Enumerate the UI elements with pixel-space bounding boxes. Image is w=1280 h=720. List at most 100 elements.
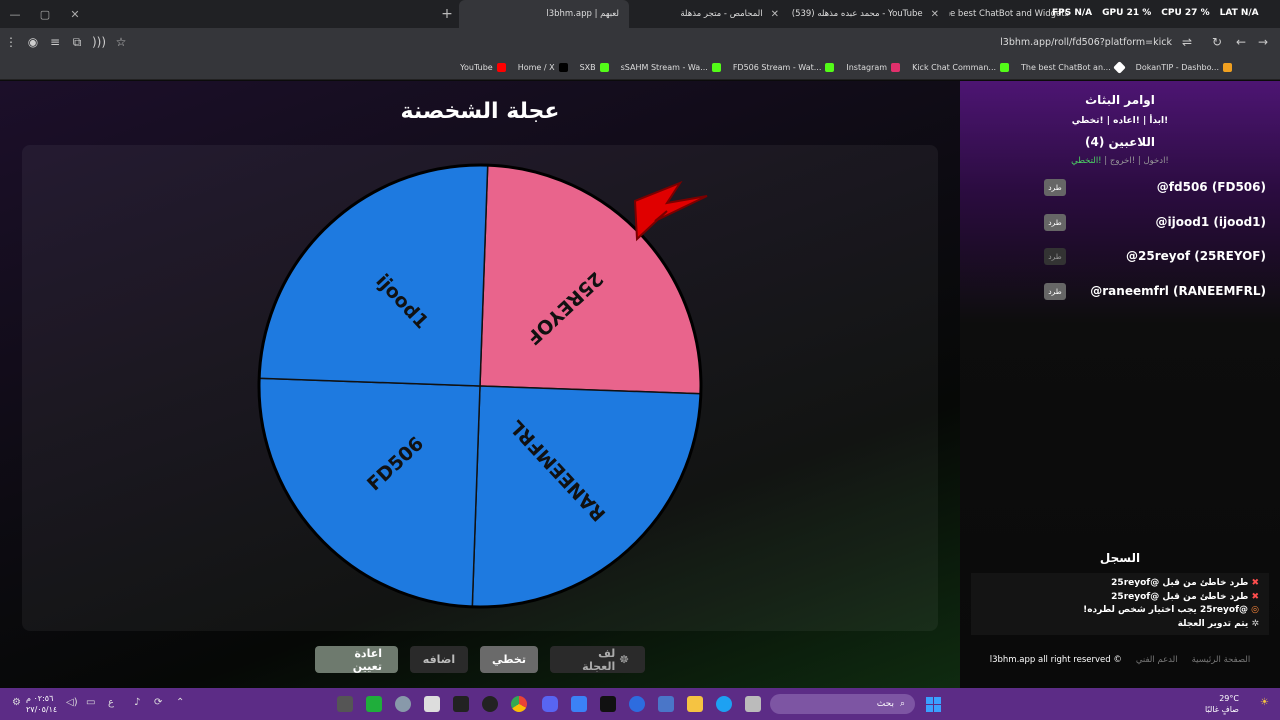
sync-icon[interactable]: ⟳ bbox=[154, 697, 162, 708]
log-entry: ◎ @25reyof يجب اختيار شخص لطرده! bbox=[981, 604, 1259, 618]
menu-dots-icon[interactable]: ⋮ bbox=[0, 35, 22, 49]
log-text: طرد خاطئ من قبل @25reyof bbox=[1111, 591, 1249, 602]
wheel-segments bbox=[259, 165, 701, 607]
log-title: السجل bbox=[1099, 551, 1141, 565]
back-icon[interactable]: → bbox=[1252, 35, 1274, 49]
chrome-icon[interactable] bbox=[511, 696, 527, 712]
spin-button[interactable]: ☸ لف العجلة bbox=[550, 646, 645, 673]
skip-button[interactable]: تخطي bbox=[480, 646, 538, 673]
log-entry: ✖ طرد خاطئ من قبل @25reyof bbox=[981, 577, 1259, 591]
player-row: @25reyof (25REYOF) طرد bbox=[960, 248, 1280, 268]
cast-icon[interactable]: ))) bbox=[88, 35, 110, 49]
log-entry: ✲ يتم تدوير العجلة bbox=[981, 618, 1259, 632]
performance-overlay: FPS N/A GPU 21 % CPU 27 % LAT N/A bbox=[1052, 8, 1259, 18]
settings-tray-icon[interactable]: ⚙ bbox=[12, 697, 21, 708]
bookmark-fd506[interactable]: FD506 Stream - Wat... bbox=[733, 63, 835, 72]
tab-store[interactable]: المحامص - متجر مذهلة ✕ bbox=[629, 0, 789, 28]
app-icon[interactable] bbox=[366, 696, 382, 712]
log-text: يتم تدوير العجلة bbox=[1177, 618, 1249, 629]
reader-icon[interactable]: ≡ bbox=[44, 35, 66, 49]
network-icon[interactable]: ▭ bbox=[86, 697, 95, 708]
edge-icon[interactable] bbox=[716, 696, 732, 712]
footer-home-link[interactable]: الصفحة الرئيسية bbox=[1192, 655, 1251, 665]
commands-title: اوامر البثاث bbox=[1085, 93, 1155, 107]
close-window-icon[interactable]: ✕ bbox=[60, 8, 90, 21]
log-text: طرد خاطئ من قبل @25reyof bbox=[1111, 578, 1249, 588]
new-tab-button[interactable]: + bbox=[435, 6, 459, 22]
app-icon[interactable] bbox=[600, 696, 616, 712]
close-tab-icon[interactable]: ✕ bbox=[771, 9, 779, 20]
install-icon[interactable]: ⧉ bbox=[66, 35, 88, 50]
cross-icon: ✖ bbox=[1251, 578, 1259, 588]
tab-youtube[interactable]: (539) محمد عبده مذهله - YouTube ✕ bbox=[789, 0, 949, 28]
url-field[interactable]: l3bhm.app/roll/fd506?platform=kick bbox=[1000, 37, 1172, 48]
bookmark-instagram[interactable]: Instagram bbox=[846, 63, 901, 72]
player-commands: !ادخول | !اخروج | !التخطي bbox=[960, 156, 1280, 166]
app-icon[interactable] bbox=[658, 696, 674, 712]
app-icon[interactable] bbox=[337, 696, 353, 712]
footer-support-link[interactable]: الدعم الفني bbox=[1136, 655, 1178, 665]
player-name: @25reyof (25REYOF) bbox=[1126, 249, 1266, 263]
taskbar-search[interactable]: بحث ⌕ bbox=[770, 694, 915, 714]
kick-button[interactable]: طرد bbox=[1044, 248, 1066, 265]
wheel-segment bbox=[259, 165, 489, 387]
app-icon[interactable] bbox=[745, 696, 761, 712]
spin-label: لف العجلة bbox=[582, 646, 616, 673]
app-icon[interactable] bbox=[629, 696, 645, 712]
bookmark-star-icon[interactable]: ☆ bbox=[110, 35, 132, 49]
diamond-icon bbox=[1112, 61, 1126, 74]
spin-wheel[interactable]: 25REYOFRANEEMFRLFD506ijood1 bbox=[235, 161, 725, 611]
wheel-icon: ☸ bbox=[615, 653, 629, 666]
player-name: @ijood1 (ijood1) bbox=[1155, 215, 1266, 229]
sidebar: اوامر البثاث !ابدأ | !اعاده | !تخطي اللا… bbox=[960, 81, 1280, 688]
cross-icon: ✖ bbox=[1251, 591, 1259, 602]
kick-button[interactable]: طرد bbox=[1044, 283, 1066, 300]
bookmark-chatbot[interactable]: The best ChatBot an... bbox=[1021, 61, 1126, 74]
bookmark-x[interactable]: Home / X bbox=[518, 63, 568, 72]
bookmark-label: SXB bbox=[579, 63, 596, 72]
clock[interactable]: ٠٢:٥٦ م ٢٧/٠٥/١٤ bbox=[26, 693, 57, 715]
leave-command: !اخروج bbox=[1109, 156, 1136, 166]
discord-icon[interactable] bbox=[542, 696, 558, 712]
bookmarks-bar: YouTube Home / X SXB sSAHM Stream - Wa..… bbox=[0, 56, 1280, 132]
kick-icon bbox=[711, 63, 721, 72]
volume-icon[interactable]: ◁) bbox=[66, 697, 78, 708]
store-icon[interactable] bbox=[424, 696, 440, 712]
tab-l3bhm[interactable]: l3bhm.app | لعبهم bbox=[459, 0, 629, 28]
instagram-icon bbox=[891, 63, 901, 72]
minimize-icon[interactable]: — bbox=[0, 8, 30, 21]
search-placeholder: بحث bbox=[876, 699, 894, 709]
player-name: @fd506 (FD506) bbox=[1156, 180, 1266, 194]
forward-icon[interactable]: ← bbox=[1230, 35, 1252, 49]
bookmark-kick-chat[interactable]: Kick Chat Comman... bbox=[912, 63, 1010, 72]
player-row: @raneemfrl (RANEEMFRL) طرد bbox=[960, 283, 1280, 303]
separator: | bbox=[1101, 156, 1110, 166]
reset-button[interactable]: اعادة تعيين bbox=[315, 646, 398, 673]
app-icon[interactable] bbox=[453, 696, 469, 712]
reload-icon[interactable]: ↻ bbox=[1206, 35, 1228, 49]
language-indicator[interactable]: ع bbox=[108, 697, 114, 708]
log-text: @25reyof يجب اختيار شخص لطرده! bbox=[1083, 605, 1248, 615]
settings-app-icon[interactable] bbox=[395, 696, 411, 712]
microphone-icon[interactable]: ♪ bbox=[134, 697, 140, 708]
weather-widget[interactable]: 29°C صافٍ غالبًا bbox=[1205, 693, 1239, 715]
kick-button[interactable]: طرد bbox=[1044, 179, 1066, 196]
extension-icon[interactable]: ◉ bbox=[22, 35, 44, 49]
bookmark-dokantip[interactable]: DokanTIP - Dashbo... bbox=[1136, 63, 1232, 72]
bookmark-ssahm[interactable]: sSAHM Stream - Wa... bbox=[621, 63, 721, 72]
maximize-icon[interactable]: ▢ bbox=[30, 8, 60, 21]
app-icon[interactable] bbox=[571, 696, 587, 712]
address-bar: ⋮ ◉ ≡ ⧉ ))) ☆ l3bhm.app/roll/fd506?platf… bbox=[0, 28, 1280, 56]
bookmark-sxb[interactable]: SXB bbox=[580, 63, 609, 72]
kick-button[interactable]: طرد bbox=[1044, 214, 1066, 231]
close-tab-icon[interactable]: ✕ bbox=[931, 9, 939, 20]
file-explorer-icon[interactable] bbox=[687, 696, 703, 712]
kick-icon bbox=[825, 63, 835, 72]
add-button[interactable]: اضافه bbox=[410, 646, 468, 673]
chevron-up-icon[interactable]: ⌃ bbox=[176, 697, 184, 708]
bookmark-youtube[interactable]: YouTube bbox=[460, 63, 506, 72]
site-settings-icon[interactable]: ⇌ bbox=[1176, 35, 1198, 49]
windows-start-icon[interactable] bbox=[926, 697, 941, 712]
youtube-icon bbox=[496, 63, 506, 72]
app-icon[interactable] bbox=[482, 696, 498, 712]
